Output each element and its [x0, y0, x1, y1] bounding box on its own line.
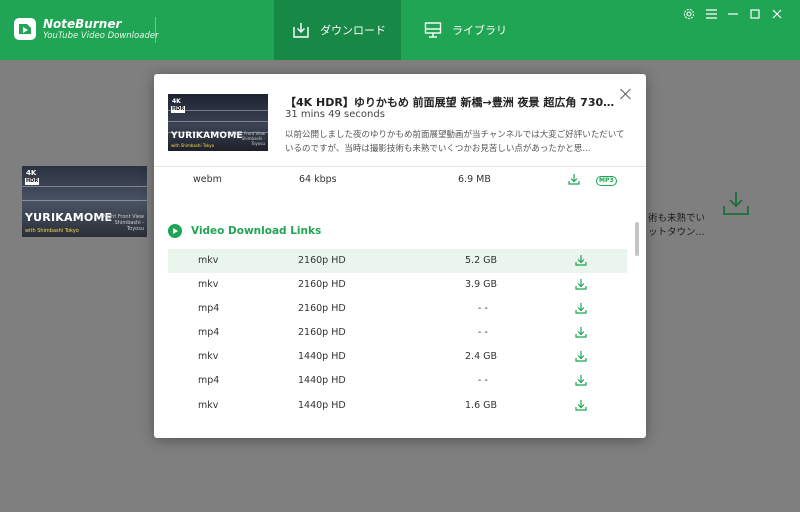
video-title: 【4K HDR】ゆりかもめ 前面展望 新橋→豊洲 夜景 超広角 7300系 20…: [285, 96, 615, 109]
video-format: mkv: [198, 279, 219, 290]
video-quality: 1440p HD: [298, 351, 346, 362]
video-download-icon[interactable]: [575, 350, 587, 365]
video-row[interactable]: mp4 2160p HD - -: [168, 321, 627, 345]
audio-quality: 64 kbps: [299, 174, 337, 185]
video-row[interactable]: mp4 1440p HD - -: [168, 369, 627, 393]
background-desc-line-2: ットタウン...: [648, 227, 705, 238]
video-links-header: Video Download Links: [168, 223, 321, 239]
video-quality: 2160p HD: [298, 327, 346, 338]
thumb-side-text: Night Front View Shimbashi - Toyosu: [232, 131, 265, 146]
title-bar: NoteBurner YouTube Video Downloader ダウンロ…: [0, 0, 800, 60]
video-size: 1.6 GB: [465, 400, 498, 411]
bg-thumb-subtitle: with Shimbashi Tokyo: [25, 228, 79, 234]
settings-gear-icon[interactable]: [682, 7, 696, 21]
video-description: 以前公開しました夜のゆりかもめ前面展望動画が当チャンネルでは大変ご好評いただいて…: [285, 130, 625, 154]
background-download-icon[interactable]: [722, 190, 750, 220]
list-scrollbar-thumb[interactable]: [635, 222, 639, 256]
header-divider: [155, 17, 156, 43]
app-name: NoteBurner: [43, 17, 122, 31]
video-size: - -: [478, 327, 488, 338]
video-format: mp4: [198, 375, 220, 386]
audio-format: webm: [193, 174, 222, 185]
dialog-close-icon[interactable]: [618, 86, 634, 102]
video-links-title: Video Download Links: [191, 225, 322, 237]
video-format: mkv: [198, 255, 219, 266]
video-size: 3.9 GB: [465, 279, 498, 290]
video-download-icon[interactable]: [575, 254, 587, 269]
video-format: mp4: [198, 327, 220, 338]
video-quality: 2160p HD: [298, 279, 346, 290]
app-logo-icon: [14, 18, 36, 40]
video-quality: 2160p HD: [298, 303, 346, 314]
background-desc-line-1: 術も未熟でい: [648, 213, 706, 224]
video-size: 2.4 GB: [465, 351, 498, 362]
tab-library[interactable]: ライブラリ: [412, 0, 522, 60]
video-row[interactable]: mkv 2160p HD 5.2 GB: [168, 249, 627, 273]
tab-download[interactable]: ダウンロード: [274, 0, 401, 60]
bg-thumb-title: YURIKAMOME: [25, 211, 113, 224]
app-subtitle: YouTube Video Downloader: [43, 31, 159, 41]
video-format: mkv: [198, 351, 219, 362]
bg-badge-hdr: HDR: [25, 178, 40, 185]
video-row[interactable]: mkv 2160p HD 3.9 GB: [168, 273, 627, 297]
video-duration: 31 mins 49 seconds: [285, 109, 385, 120]
tab-library-label: ライブラリ: [452, 24, 507, 37]
audio-download-icon[interactable]: [568, 173, 580, 188]
thumb-subtitle: with Shimbashi Tokyo: [171, 143, 215, 148]
video-row[interactable]: mkv 1440p HD 1.6 GB: [168, 394, 627, 418]
header-separator: [154, 166, 646, 167]
video-row[interactable]: mkv 1440p HD 2.4 GB: [168, 345, 627, 369]
bg-badge-4k: 4K: [26, 169, 37, 177]
video-download-icon[interactable]: [575, 374, 587, 389]
video-download-icon[interactable]: [575, 399, 587, 414]
video-quality: 1440p HD: [298, 400, 346, 411]
video-thumbnail: 4K HDR YURIKAMOME with Shimbashi Tokyo Ni…: [168, 94, 268, 151]
video-format: mkv: [198, 400, 219, 411]
close-icon[interactable]: [770, 7, 784, 21]
video-size: - -: [478, 303, 488, 314]
video-format: mp4: [198, 303, 220, 314]
audio-size: 6.9 MB: [458, 174, 491, 185]
mp3-convert-button[interactable]: MP3: [596, 176, 617, 186]
video-size: - -: [478, 375, 488, 386]
video-size: 5.2 GB: [465, 255, 498, 266]
download-tray-icon: [293, 23, 309, 38]
audio-row: webm 64 kbps 6.9 MB MP3: [168, 168, 627, 192]
download-options-dialog: 4K HDR YURIKAMOME with Shimbashi Tokyo Ni…: [154, 74, 646, 438]
video-download-icon[interactable]: [575, 278, 587, 293]
badge-4k: 4K: [172, 98, 181, 105]
bg-thumb-side-text: Night Front View Shimbashi - Toyosu: [102, 214, 144, 232]
video-download-icon[interactable]: [575, 326, 587, 341]
tab-download-label: ダウンロード: [320, 24, 386, 37]
badge-hdr: HDR: [171, 106, 186, 113]
menu-icon[interactable]: [704, 7, 718, 21]
video-row[interactable]: mp4 2160p HD - -: [168, 297, 627, 321]
video-quality: 2160p HD: [298, 255, 346, 266]
monitor-icon: [424, 22, 442, 38]
video-download-icon[interactable]: [575, 302, 587, 317]
minimize-icon[interactable]: [726, 7, 740, 21]
window-controls: [682, 7, 784, 21]
video-quality: 1440p HD: [298, 375, 346, 386]
background-video-thumbnail: 4K HDR YURIKAMOME with Shimbashi Tokyo Ni…: [22, 166, 147, 237]
maximize-icon[interactable]: [748, 7, 762, 21]
play-circle-icon: [168, 224, 182, 238]
